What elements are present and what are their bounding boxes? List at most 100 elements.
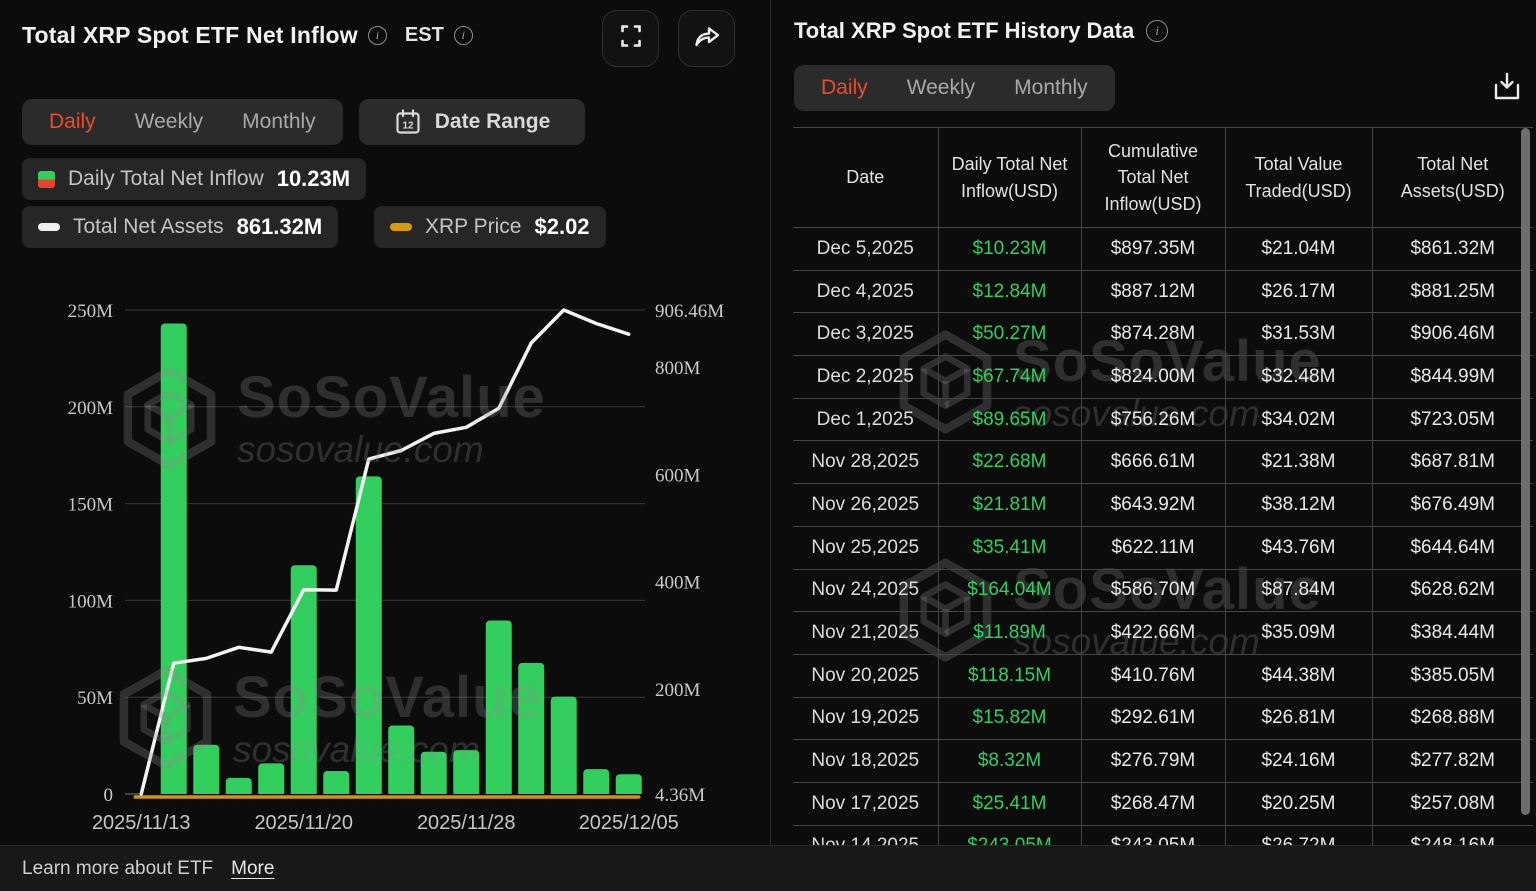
table-cell: $34.02M — [1225, 398, 1372, 441]
inflow-bar — [226, 778, 252, 794]
table-cell: $89.65M — [938, 398, 1081, 441]
tab-weekly[interactable]: Weekly — [907, 76, 975, 100]
table-cell: $44.38M — [1225, 654, 1372, 697]
right-axis-tick: 800M — [655, 358, 701, 379]
table-cell: Nov 26,2025 — [793, 484, 938, 527]
column-header: Daily Total Net Inflow(USD) — [938, 128, 1081, 228]
fullscreen-button[interactable] — [602, 10, 659, 67]
table-cell: $861.32M — [1372, 228, 1533, 271]
right-axis-tick: 4.36M — [655, 785, 705, 806]
history-data-title: Total XRP Spot ETF History Data — [794, 18, 1134, 44]
table-row: Dec 3,2025$50.27M$874.28M$31.53M$906.46M — [793, 313, 1533, 356]
table-cell: $21.38M — [1225, 441, 1372, 484]
table-cell: $26.72M — [1225, 825, 1372, 845]
table-cell: $26.17M — [1225, 270, 1372, 313]
left-axis-tick: 250M — [68, 301, 114, 322]
x-axis-tick: 2025/11/13 — [92, 812, 191, 834]
table-row: Nov 25,2025$35.41M$622.11M$43.76M$644.64… — [793, 526, 1533, 569]
table-cell: $276.79M — [1081, 740, 1225, 783]
legend-total-net-assets[interactable]: Total Net Assets 861.32M — [22, 206, 338, 248]
table-row: Nov 21,2025$11.89M$422.66M$35.09M$384.44… — [793, 612, 1533, 655]
left-axis-tick: 200M — [68, 398, 114, 419]
history-info-icon[interactable]: i — [1146, 20, 1168, 42]
timezone-info-icon[interactable]: i — [454, 26, 473, 45]
table-cell: $35.09M — [1225, 612, 1372, 655]
table-cell: $257.08M — [1372, 782, 1533, 825]
table-cell: Nov 28,2025 — [793, 441, 938, 484]
left-axis-tick: 0 — [104, 785, 114, 806]
tab-daily[interactable]: Daily — [821, 76, 868, 100]
footer-bar: Learn more about ETF More — [0, 845, 1536, 891]
table-scrollbar[interactable] — [1521, 128, 1530, 815]
table-cell: Nov 20,2025 — [793, 654, 938, 697]
table-cell: $422.66M — [1081, 612, 1225, 655]
table-row: Dec 4,2025$12.84M$887.12M$26.17M$881.25M — [793, 270, 1533, 313]
right-axis-tick: 400M — [655, 573, 701, 594]
table-cell: $20.25M — [1225, 782, 1372, 825]
table-cell: Dec 3,2025 — [793, 313, 938, 356]
table-cell: $15.82M — [938, 697, 1081, 740]
timezone-label: EST — [405, 24, 444, 47]
inflow-bar — [291, 565, 317, 794]
table-cell: $881.25M — [1372, 270, 1533, 313]
table-row: Nov 28,2025$22.68M$666.61M$21.38M$687.81… — [793, 441, 1533, 484]
legend-label: XRP Price — [425, 215, 521, 239]
green-red-swatch-icon — [38, 171, 55, 188]
download-button[interactable] — [1488, 70, 1526, 108]
table-row: Nov 26,2025$21.81M$643.92M$38.12M$676.49… — [793, 484, 1533, 527]
table-cell: $8.32M — [938, 740, 1081, 783]
table-cell: $268.88M — [1372, 697, 1533, 740]
yellow-dash-icon — [390, 223, 412, 231]
inflow-bar — [388, 725, 414, 794]
legend-daily-total-net-inflow[interactable]: Daily Total Net Inflow 10.23M — [22, 158, 366, 200]
tab-monthly[interactable]: Monthly — [242, 110, 316, 134]
share-button[interactable] — [678, 10, 735, 67]
table-cell: $50.27M — [938, 313, 1081, 356]
table-cell: $385.05M — [1372, 654, 1533, 697]
table-cell: $723.05M — [1372, 398, 1533, 441]
history-table-container[interactable]: DateDaily Total Net Inflow(USD)Cumulativ… — [793, 127, 1533, 845]
legend-xrp-price[interactable]: XRP Price $2.02 — [374, 206, 606, 248]
footer-text: Learn more about ETF — [22, 858, 213, 880]
x-axis-tick: 2025/11/20 — [254, 812, 353, 834]
table-header: DateDaily Total Net Inflow(USD)Cumulativ… — [793, 128, 1533, 228]
table-cell: $277.82M — [1372, 740, 1533, 783]
table-cell: $32.48M — [1225, 356, 1372, 399]
table-cell: $644.64M — [1372, 526, 1533, 569]
column-header: Date — [793, 128, 938, 228]
history-period-tabs: Daily Weekly Monthly — [794, 65, 1115, 111]
footer-more-link[interactable]: More — [231, 858, 274, 880]
table-cell: $31.53M — [1225, 313, 1372, 356]
table-cell: $21.04M — [1225, 228, 1372, 271]
title-info-icon[interactable]: i — [368, 26, 387, 45]
table-row: Dec 2,2025$67.74M$824.00M$32.48M$844.99M — [793, 356, 1533, 399]
table-cell: $666.61M — [1081, 441, 1225, 484]
table-cell: $118.15M — [938, 654, 1081, 697]
history-table-body: Dec 5,2025$10.23M$897.35M$21.04M$861.32M… — [793, 228, 1533, 846]
column-header: Cumulative Total Net Inflow(USD) — [1081, 128, 1225, 228]
table-cell: $10.23M — [938, 228, 1081, 271]
legend-label: Daily Total Net Inflow — [68, 167, 264, 191]
net-inflow-header: Total XRP Spot ETF Net Inflow i EST i — [22, 22, 473, 49]
tab-daily[interactable]: Daily — [49, 110, 96, 134]
inflow-bar — [258, 763, 284, 794]
table-cell: Nov 21,2025 — [793, 612, 938, 655]
calendar-icon: 12 — [394, 108, 422, 136]
table-cell: $384.44M — [1372, 612, 1533, 655]
date-range-button[interactable]: 12 Date Range — [359, 99, 585, 145]
table-cell: $906.46M — [1372, 313, 1533, 356]
inflow-bar — [486, 620, 512, 794]
tab-monthly[interactable]: Monthly — [1014, 76, 1088, 100]
tab-weekly[interactable]: Weekly — [135, 110, 203, 134]
table-cell: $11.89M — [938, 612, 1081, 655]
table-cell: $268.47M — [1081, 782, 1225, 825]
fullscreen-icon — [618, 23, 644, 54]
table-cell: $67.74M — [938, 356, 1081, 399]
table-cell: $844.99M — [1372, 356, 1533, 399]
period-tabs: Daily Weekly Monthly — [22, 99, 343, 145]
table-cell: $897.35M — [1081, 228, 1225, 271]
table-cell: $43.76M — [1225, 526, 1372, 569]
svg-text:12: 12 — [402, 121, 414, 132]
table-cell: $24.16M — [1225, 740, 1372, 783]
inflow-bar — [193, 745, 219, 794]
